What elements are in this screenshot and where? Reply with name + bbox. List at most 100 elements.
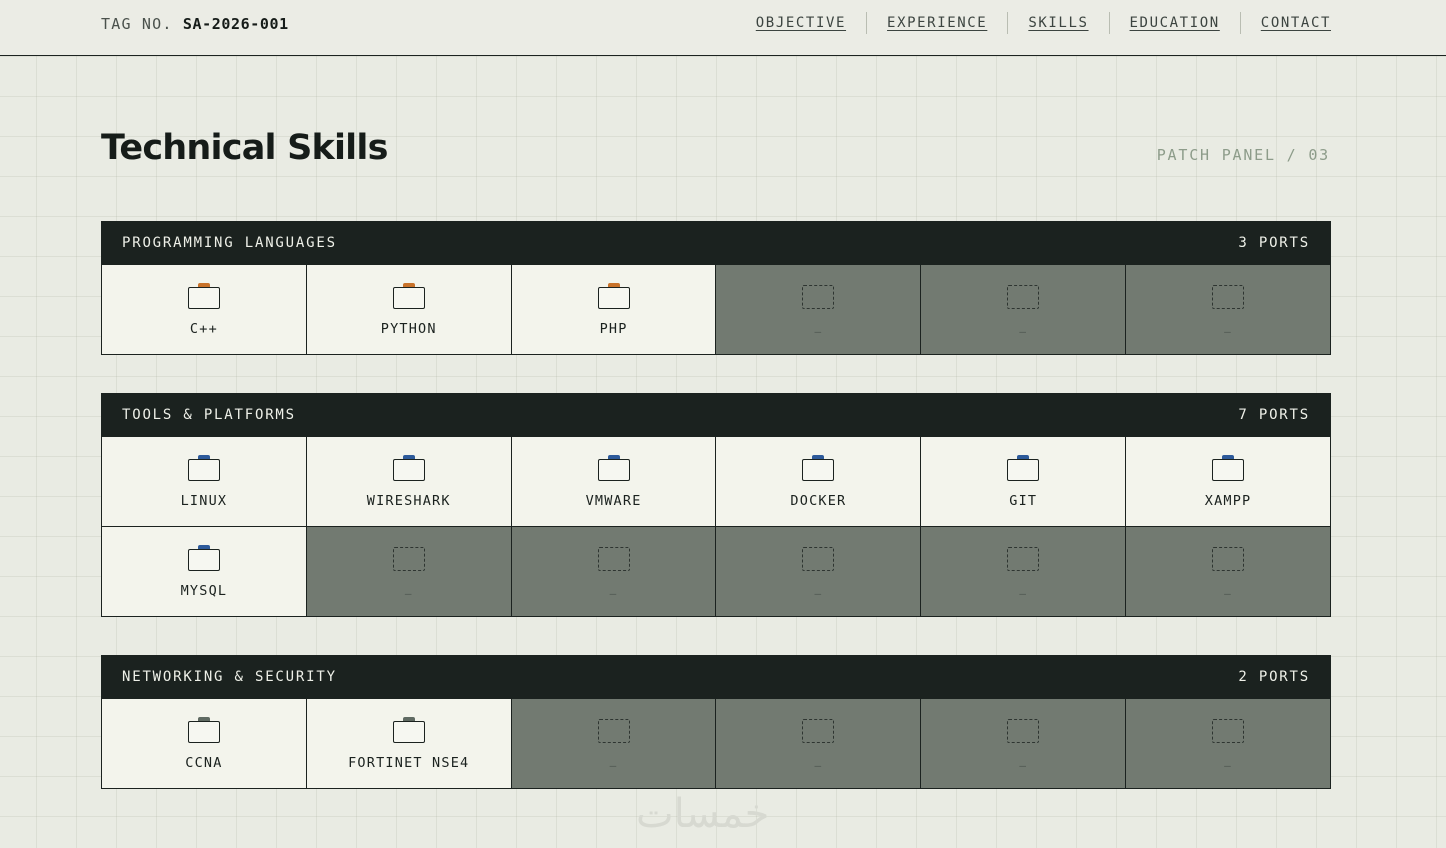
panel-header: TOOLS & PLATFORMS 7 PORTS: [101, 393, 1331, 437]
skill-label: CCNA: [185, 755, 223, 771]
skill-label: MYSQL: [180, 583, 228, 599]
panel-header: PROGRAMMING LANGUAGES 3 PORTS: [101, 221, 1331, 265]
port-grid: C++ PYTHON PHP — — —: [101, 265, 1331, 355]
empty-label: —: [814, 759, 823, 772]
empty-socket-icon: [597, 544, 630, 572]
skill-label: XAMPP: [1204, 493, 1252, 509]
connector-icon: [187, 716, 220, 744]
empty-port: —: [306, 527, 512, 617]
empty-port: —: [921, 527, 1127, 617]
port-grid: LINUX WIRESHARK VMWARE DOCKER GIT XAMPP MYSQL —…: [101, 437, 1331, 617]
empty-socket-icon: [802, 544, 835, 572]
port-count: 7 PORTS: [1238, 407, 1310, 423]
connector-icon: [1007, 454, 1040, 482]
empty-port: —: [511, 527, 717, 617]
empty-port: —: [1126, 527, 1331, 617]
asset-tag: TAG NO. SA-2026-001: [101, 14, 289, 34]
watermark-logo: خمسات: [636, 791, 770, 837]
skill-port: MYSQL: [102, 527, 307, 617]
connector-icon: [187, 454, 220, 482]
nav-experience[interactable]: EXPERIENCE: [866, 12, 1007, 34]
connector-icon: [392, 716, 425, 744]
empty-port: —: [716, 527, 922, 617]
main-nav: OBJECTIVE EXPERIENCE SKILLS EDUCATION CO…: [736, 12, 1331, 34]
empty-socket-icon: [1212, 716, 1245, 744]
skill-label: LINUX: [180, 493, 228, 509]
empty-socket-icon: [1007, 716, 1040, 744]
skill-label: PYTHON: [380, 321, 437, 337]
empty-socket-icon: [392, 544, 425, 572]
connector-icon: [597, 454, 630, 482]
empty-label: —: [404, 587, 413, 600]
skill-port: LINUX: [102, 437, 307, 527]
empty-socket-icon: [802, 716, 835, 744]
empty-port: —: [716, 699, 922, 789]
empty-port: —: [1126, 699, 1331, 789]
skill-port: PYTHON: [306, 265, 512, 355]
panel-tools-platforms: TOOLS & PLATFORMS 7 PORTS LINUX WIRESHARK…: [101, 393, 1331, 617]
empty-label: —: [1224, 587, 1232, 600]
panel-title: PROGRAMMING LANGUAGES: [122, 235, 337, 251]
connector-icon: [597, 282, 630, 310]
port-count: 3 PORTS: [1238, 235, 1310, 251]
connector-icon: [392, 282, 425, 310]
empty-label: —: [1224, 759, 1232, 772]
empty-socket-icon: [597, 716, 630, 744]
empty-label: —: [1019, 325, 1028, 338]
page-title: Technical Skills: [101, 128, 388, 168]
skill-label: WIRESHARK: [366, 493, 451, 509]
nav-contact[interactable]: CONTACT: [1239, 12, 1331, 34]
nav-objective[interactable]: OBJECTIVE: [736, 12, 866, 34]
skill-port: PHP: [511, 265, 717, 355]
skill-label: GIT: [1009, 493, 1038, 509]
panel-title: NETWORKING & SECURITY: [122, 669, 337, 685]
skill-label: C++: [189, 321, 218, 337]
connector-icon: [802, 454, 835, 482]
empty-label: —: [814, 587, 823, 600]
skill-label: FORTINET NSE4: [348, 755, 470, 771]
empty-port: —: [1126, 265, 1331, 355]
empty-port: —: [921, 699, 1127, 789]
skill-label: VMWARE: [585, 493, 642, 509]
top-bar: TAG NO. SA-2026-001 OBJECTIVE EXPERIENCE…: [0, 0, 1446, 56]
empty-port: —: [921, 265, 1127, 355]
empty-label: —: [1224, 325, 1232, 338]
skill-port: DOCKER: [716, 437, 922, 527]
skill-port: GIT: [921, 437, 1127, 527]
empty-socket-icon: [1212, 544, 1245, 572]
empty-socket-icon: [1007, 544, 1040, 572]
tag-value: SA-2026-001: [182, 15, 289, 33]
connector-icon: [1212, 454, 1245, 482]
nav-education[interactable]: EDUCATION: [1108, 12, 1240, 34]
skill-port: VMWARE: [511, 437, 717, 527]
empty-label: —: [609, 759, 618, 772]
skill-port: WIRESHARK: [306, 437, 512, 527]
port-grid: CCNA FORTINET NSE4 — — — —: [101, 699, 1331, 789]
empty-label: —: [1019, 587, 1028, 600]
empty-label: —: [1019, 759, 1028, 772]
panel-header: NETWORKING & SECURITY 2 PORTS: [101, 655, 1331, 699]
skill-port: C++: [102, 265, 307, 355]
connector-icon: [187, 282, 220, 310]
connector-icon: [187, 544, 220, 572]
connector-icon: [392, 454, 425, 482]
panel-title: TOOLS & PLATFORMS: [122, 407, 296, 423]
empty-port: —: [716, 265, 922, 355]
empty-socket-icon: [802, 282, 835, 310]
skill-label: PHP: [599, 321, 628, 337]
empty-socket-icon: [1212, 282, 1245, 310]
empty-label: —: [814, 325, 823, 338]
empty-label: —: [609, 587, 618, 600]
skill-port: CCNA: [102, 699, 307, 789]
panel-networking-security: NETWORKING & SECURITY 2 PORTS CCNA FORTIN…: [101, 655, 1331, 789]
nav-skills[interactable]: SKILLS: [1007, 12, 1108, 34]
empty-port: —: [511, 699, 717, 789]
patch-panel-label: PATCH PANEL / 03: [1156, 146, 1330, 164]
skill-port: XAMPP: [1126, 437, 1331, 527]
port-count: 2 PORTS: [1238, 669, 1310, 685]
skill-port: FORTINET NSE4: [306, 699, 512, 789]
skill-label: DOCKER: [790, 493, 847, 509]
empty-socket-icon: [1007, 282, 1040, 310]
tag-label: TAG NO.: [101, 15, 173, 33]
panel-programming-languages: PROGRAMMING LANGUAGES 3 PORTS C++ PYTHON P…: [101, 221, 1331, 355]
